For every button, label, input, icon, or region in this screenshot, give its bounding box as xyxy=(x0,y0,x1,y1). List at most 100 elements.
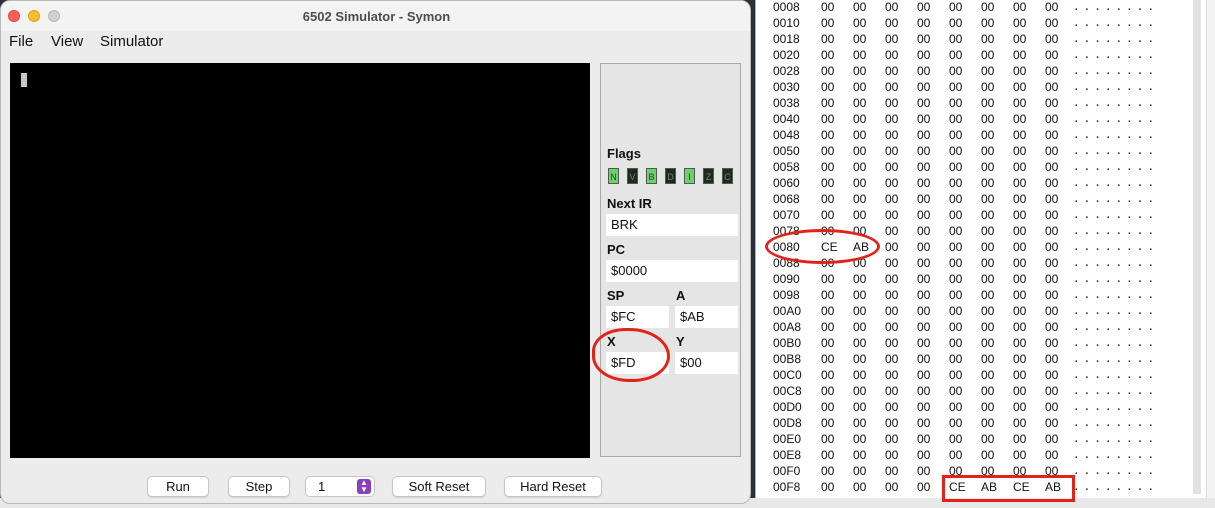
memory-byte[interactable]: 00 xyxy=(821,336,834,350)
y-field[interactable]: $00 xyxy=(675,352,738,374)
memory-byte[interactable]: 00 xyxy=(885,80,898,94)
memory-byte[interactable]: 00 xyxy=(1045,304,1058,318)
memory-byte[interactable]: 00 xyxy=(853,368,866,382)
memory-byte[interactable]: 00 xyxy=(821,288,834,302)
memory-byte[interactable]: 00 xyxy=(853,320,866,334)
memory-byte[interactable]: 00 xyxy=(949,288,962,302)
memory-byte[interactable]: 00 xyxy=(917,16,930,30)
memory-byte[interactable]: 00 xyxy=(885,304,898,318)
memory-byte[interactable]: 00 xyxy=(917,96,930,110)
memory-byte[interactable]: 00 xyxy=(853,448,866,462)
memory-byte[interactable]: 00 xyxy=(981,128,994,142)
chevron-up-down-icon[interactable]: ▲ ▼ xyxy=(357,479,371,494)
memory-byte[interactable]: 00 xyxy=(981,432,994,446)
soft-reset-button[interactable]: Soft Reset xyxy=(392,476,486,497)
memory-byte[interactable]: 00 xyxy=(981,352,994,366)
memory-byte[interactable]: 00 xyxy=(821,304,834,318)
memory-byte[interactable]: 00 xyxy=(917,400,930,414)
memory-byte[interactable]: 00 xyxy=(885,400,898,414)
pc-field[interactable]: $0000 xyxy=(606,260,738,282)
memory-byte[interactable]: 00 xyxy=(1013,416,1026,430)
memory-byte[interactable]: 00 xyxy=(1045,352,1058,366)
memory-byte[interactable]: 00 xyxy=(917,448,930,462)
memory-byte[interactable]: 00 xyxy=(917,64,930,78)
memory-byte[interactable]: 00 xyxy=(1013,240,1026,254)
memory-byte[interactable]: 00 xyxy=(981,448,994,462)
memory-byte[interactable]: 00 xyxy=(949,400,962,414)
memory-byte[interactable]: 00 xyxy=(1045,224,1058,238)
memory-byte[interactable]: 00 xyxy=(1013,128,1026,142)
memory-byte[interactable]: 00 xyxy=(1045,368,1058,382)
memory-byte[interactable]: 00 xyxy=(981,176,994,190)
memory-byte[interactable]: 00 xyxy=(1013,432,1026,446)
next-ir-field[interactable]: BRK xyxy=(606,214,738,236)
memory-byte[interactable]: 00 xyxy=(1013,272,1026,286)
memory-byte[interactable]: 00 xyxy=(949,352,962,366)
memory-byte[interactable]: 00 xyxy=(949,416,962,430)
memory-byte[interactable]: 00 xyxy=(981,112,994,126)
memory-byte[interactable]: 00 xyxy=(821,80,834,94)
memory-byte[interactable]: 00 xyxy=(981,336,994,350)
memory-byte[interactable]: 00 xyxy=(917,176,930,190)
a-field[interactable]: $AB xyxy=(675,306,738,328)
memory-byte[interactable]: 00 xyxy=(885,48,898,62)
memory-byte[interactable]: 00 xyxy=(917,480,930,494)
memory-byte[interactable]: 00 xyxy=(853,400,866,414)
memory-byte[interactable]: 00 xyxy=(981,384,994,398)
memory-byte[interactable]: 00 xyxy=(885,224,898,238)
memory-byte[interactable]: 00 xyxy=(1013,16,1026,30)
memory-byte[interactable]: 00 xyxy=(981,400,994,414)
memory-byte[interactable]: 00 xyxy=(1013,256,1026,270)
memory-byte[interactable]: 00 xyxy=(949,0,962,14)
memory-byte[interactable]: 00 xyxy=(1013,304,1026,318)
memory-byte[interactable]: 00 xyxy=(821,352,834,366)
memory-byte[interactable]: 00 xyxy=(885,480,898,494)
memory-byte[interactable]: 00 xyxy=(949,336,962,350)
memory-byte[interactable]: 00 xyxy=(1013,224,1026,238)
memory-byte[interactable]: 00 xyxy=(917,320,930,334)
memory-byte[interactable]: 00 xyxy=(981,256,994,270)
memory-byte[interactable]: 00 xyxy=(1045,16,1058,30)
memory-byte[interactable]: 00 xyxy=(981,416,994,430)
memory-byte[interactable]: 00 xyxy=(821,96,834,110)
memory-byte[interactable]: 00 xyxy=(885,448,898,462)
memory-byte[interactable]: 00 xyxy=(885,64,898,78)
memory-byte[interactable]: 00 xyxy=(917,416,930,430)
memory-byte[interactable]: 00 xyxy=(821,192,834,206)
memory-byte[interactable]: 00 xyxy=(885,464,898,478)
memory-byte[interactable]: 00 xyxy=(1045,0,1058,14)
memory-byte[interactable]: 00 xyxy=(1013,64,1026,78)
memory-byte[interactable]: 00 xyxy=(917,384,930,398)
memory-byte[interactable]: 00 xyxy=(981,144,994,158)
memory-byte[interactable]: 00 xyxy=(917,288,930,302)
memory-byte[interactable]: 00 xyxy=(821,112,834,126)
memory-byte[interactable]: 00 xyxy=(821,416,834,430)
memory-byte[interactable]: 00 xyxy=(917,352,930,366)
memory-byte[interactable]: 00 xyxy=(853,64,866,78)
memory-byte[interactable]: 00 xyxy=(1013,96,1026,110)
memory-byte[interactable]: 00 xyxy=(949,448,962,462)
memory-byte[interactable]: 00 xyxy=(885,272,898,286)
memory-byte[interactable]: 00 xyxy=(1045,32,1058,46)
memory-byte[interactable]: 00 xyxy=(981,48,994,62)
memory-byte[interactable]: 00 xyxy=(1045,240,1058,254)
memory-byte[interactable]: 00 xyxy=(885,144,898,158)
memory-byte[interactable]: 00 xyxy=(981,224,994,238)
memory-byte[interactable]: 00 xyxy=(1013,400,1026,414)
memory-byte[interactable]: 00 xyxy=(981,272,994,286)
memory-byte[interactable]: 00 xyxy=(1013,48,1026,62)
memory-byte[interactable]: 00 xyxy=(949,256,962,270)
memory-byte[interactable]: 00 xyxy=(853,384,866,398)
memory-byte[interactable]: 00 xyxy=(853,144,866,158)
memory-byte[interactable]: 00 xyxy=(949,224,962,238)
memory-byte[interactable]: 00 xyxy=(981,288,994,302)
memory-byte[interactable]: 00 xyxy=(853,464,866,478)
memory-byte[interactable]: 00 xyxy=(1045,64,1058,78)
memory-byte[interactable]: 00 xyxy=(1045,192,1058,206)
memory-byte[interactable]: 00 xyxy=(885,384,898,398)
memory-byte[interactable]: 00 xyxy=(821,432,834,446)
memory-byte[interactable]: 00 xyxy=(917,80,930,94)
memory-byte[interactable]: 00 xyxy=(853,112,866,126)
memory-byte[interactable]: 00 xyxy=(853,192,866,206)
memory-byte[interactable]: 00 xyxy=(1045,416,1058,430)
